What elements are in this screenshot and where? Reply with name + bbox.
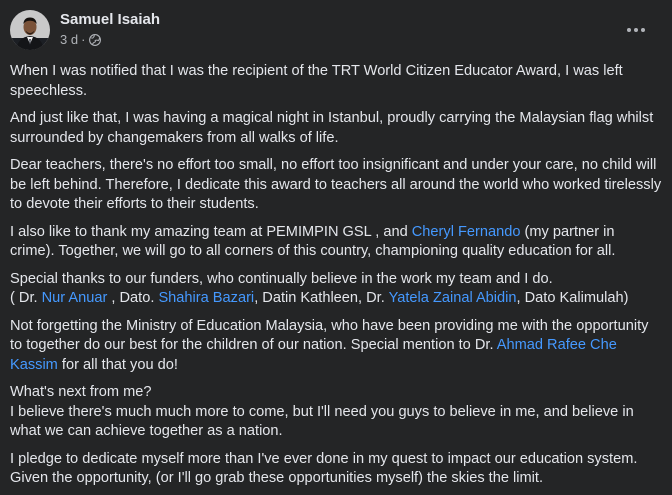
mention-link[interactable]: Cheryl Fernando: [412, 224, 521, 240]
mention-link[interactable]: Nur Anuar: [42, 290, 108, 306]
globe-icon: [89, 34, 102, 46]
post-paragraph: I pledge to dedicate myself more than I'…: [10, 450, 662, 489]
post-meta: 3 d ·: [60, 32, 102, 48]
more-options-button[interactable]: [620, 14, 652, 46]
post-text-segment: I believe there's much much more to come…: [10, 403, 634, 440]
post-text-segment: And just like that, I was having a magic…: [10, 110, 654, 146]
post-text-segment: What's next from me?: [10, 384, 152, 400]
facebook-post: Samuel Isaiah 3 d · When I was notified …: [0, 0, 672, 495]
post-paragraph: Dear teachers, there's no effort too sma…: [10, 156, 662, 215]
post-paragraph: And just like that, I was having a magic…: [10, 109, 662, 148]
mention-link[interactable]: Shahira Bazari: [158, 290, 254, 306]
post-paragraph: When I was notified that I was the recip…: [10, 62, 662, 101]
post-paragraph: Special thanks to our funders, who conti…: [10, 270, 662, 309]
post-text-segment: , Datin Kathleen, Dr.: [254, 290, 389, 306]
avatar-image: [10, 10, 50, 50]
post-timestamp[interactable]: 3 d: [60, 32, 78, 48]
avatar[interactable]: [10, 10, 50, 50]
post-text-segment: I pledge to dedicate myself more than I'…: [10, 450, 638, 487]
author-name[interactable]: Samuel Isaiah: [60, 11, 160, 29]
post-text-segment: for all that you do!: [57, 356, 178, 373]
post-text-segment: Dear teachers, there's no effort too sma…: [10, 157, 662, 212]
meta-separator: ·: [81, 32, 86, 47]
post-text-segment: , Dato.: [107, 290, 159, 306]
mention-link[interactable]: Yatela Zainal Abidin: [389, 290, 517, 306]
post-text-segment: , Dato Kalimulah): [516, 290, 629, 306]
post-text-segment: ( Dr.: [10, 290, 42, 306]
post-paragraph: I also like to thank my amazing team at …: [10, 223, 662, 262]
post-text: When I was notified that I was the recip…: [10, 62, 662, 495]
post-text-segment: I also like to thank my amazing team at …: [10, 223, 412, 240]
post-paragraph: What's next from me? I believe there's mu…: [10, 383, 662, 442]
more-horizontal-icon: [627, 28, 645, 32]
post-text-segment: When I was notified that I was the recip…: [10, 63, 623, 99]
post-text-segment: Special thanks to our funders, who conti…: [10, 270, 553, 287]
post-header: Samuel Isaiah 3 d ·: [10, 10, 662, 50]
post-paragraph: Not forgetting the Ministry of Education…: [10, 317, 662, 376]
